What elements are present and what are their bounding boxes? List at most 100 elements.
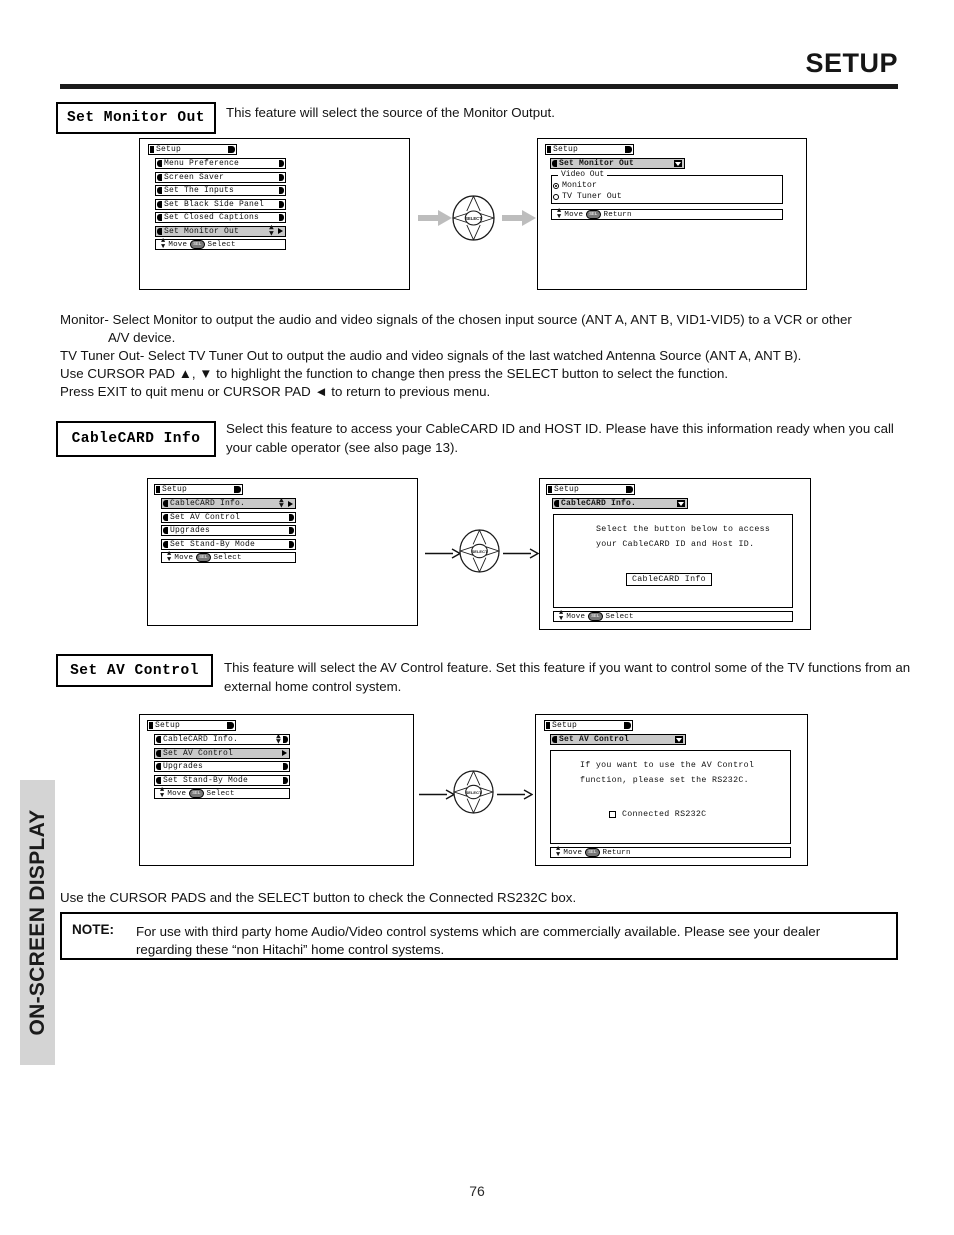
svg-text:SELECT: SELECT <box>472 549 488 554</box>
flow-arrow-right <box>503 546 540 564</box>
select-key-icon: SEL <box>190 240 205 249</box>
osd-footer-hint: ▲ ▼ Move SEL Select <box>155 238 286 250</box>
select-key-icon: SEL <box>196 553 211 562</box>
osd-title-bar: Setup <box>544 720 633 731</box>
osd-menu-item[interactable]: Set Stand-By Mode <box>154 774 290 786</box>
chevron-right-icon <box>282 750 287 756</box>
chevron-right-icon <box>278 228 283 234</box>
note-label: NOTE: <box>72 922 114 937</box>
up-down-arrows-icon: ▲ ▼ <box>275 731 281 747</box>
osd-menu-item[interactable]: Upgrades <box>161 525 296 536</box>
osd-footer-action-label: Select <box>213 553 242 562</box>
osd-screen-setup-menu-2: Setup CableCARD Info. ▲ ▼ Set AV Control … <box>147 478 418 626</box>
osd-footer-move-label: Move <box>563 848 583 857</box>
osd-title-text: Setup <box>155 721 181 730</box>
page-number: 76 <box>469 1183 485 1199</box>
chapter-side-tab: ON-SCREEN DISPLAY <box>20 780 55 1065</box>
select-key-icon: SEL <box>585 848 600 857</box>
cablecard-info-button[interactable]: CableCARD Info <box>626 573 712 586</box>
osd-header-bar[interactable]: Set AV Control <box>550 734 686 745</box>
body-text-rs232c: Use the CURSOR PADS and the SELECT butto… <box>60 890 577 905</box>
header-rule <box>60 84 898 89</box>
osd-menu-item[interactable]: Set Black Side Panel <box>155 198 286 210</box>
section-chip-label: Set Monitor Out <box>66 110 206 126</box>
osd-footer-hint: ▲ ▼ Move SEL Return <box>551 208 783 220</box>
osd-footer-hint: ▲ ▼ Move SEL Select <box>553 609 793 623</box>
radio-option-label: TV Tuner Out <box>562 192 622 201</box>
cursor-pad-icon: SELECT <box>459 528 500 574</box>
up-down-arrows-icon: ▲ ▼ <box>278 495 284 511</box>
osd-title-bar: Setup <box>148 144 237 155</box>
osd-menu-item-label: Set Stand-By Mode <box>163 775 249 785</box>
chevron-down-icon <box>677 500 685 507</box>
osd-footer-move-label: Move <box>168 240 188 249</box>
checkbox-icon[interactable] <box>609 811 616 818</box>
osd-menu-item-label: CableCARD Info. <box>170 499 246 508</box>
osd-footer-move-label: Move <box>167 789 187 798</box>
radio-option-label: Monitor <box>562 181 597 190</box>
osd-body-line-2: function, please set the RS232C. <box>580 776 749 785</box>
osd-menu-item[interactable]: Set The Inputs <box>155 185 286 196</box>
osd-title-bar: Setup <box>545 144 634 155</box>
body-text-exit: Press EXIT to quit menu or CURSOR PAD ◄ … <box>60 384 491 399</box>
osd-footer-hint: ▲ ▼ Move SEL Select <box>154 787 290 799</box>
up-down-arrows-icon: ▲ ▼ <box>167 550 172 564</box>
cursor-pad-icon: SELECT <box>453 769 494 815</box>
section-description-set-av-control: This feature will select the AV Control … <box>224 660 911 694</box>
cablecard-info-button-label: CableCARD Info <box>632 575 706 584</box>
body-text-tv-tuner: TV Tuner Out- Select TV Tuner Out to out… <box>60 348 802 363</box>
radio-icon-selected <box>553 182 559 189</box>
osd-menu-item-selected[interactable]: Set AV Control <box>154 747 290 759</box>
osd-menu-item[interactable]: Upgrades <box>154 761 290 772</box>
osd-menu-item-label: Set AV Control <box>163 748 234 758</box>
osd-body-line-1: If you want to use the AV Control <box>580 761 755 770</box>
osd-screen-setup-menu-3: Setup CableCARD Info. ▲ ▼ Set AV Control … <box>139 714 414 866</box>
osd-menu-item[interactable]: Set AV Control <box>161 511 296 523</box>
radio-option-monitor[interactable]: Monitor <box>553 181 597 190</box>
osd-footer-action-label: Select <box>206 789 235 798</box>
osd-menu-item[interactable]: CableCARD Info. ▲ ▼ <box>154 731 290 747</box>
page-header: SETUP <box>0 0 954 100</box>
connected-rs232c-checkbox-row[interactable]: Connected RS232C <box>609 810 706 819</box>
osd-menu-item[interactable]: Screen Saver <box>155 171 286 183</box>
osd-menu-item-label: Upgrades <box>170 526 211 535</box>
osd-group-label: Video Out <box>558 170 608 179</box>
svg-text:SELECT: SELECT <box>465 216 482 221</box>
osd-body-line-1: Select the button below to access <box>596 525 771 534</box>
section-chip-set-av-control: Set AV Control <box>56 654 213 687</box>
flow-arrow-left <box>418 210 452 231</box>
osd-menu-item-label: Screen Saver <box>164 172 225 182</box>
osd-menu-item[interactable]: Menu Preference <box>155 158 286 169</box>
osd-title-text: Setup <box>156 145 182 154</box>
chevron-down-icon <box>675 736 683 743</box>
up-down-arrows-icon: ▲ ▼ <box>268 223 274 238</box>
osd-screen-setup-menu-1: Setup Menu Preference Screen Saver Set T… <box>139 138 410 290</box>
section-chip-set-monitor-out: Set Monitor Out <box>56 102 216 134</box>
osd-menu-item-label: Set Monitor Out <box>164 226 240 236</box>
radio-icon <box>553 193 559 200</box>
osd-footer-action-label: Return <box>603 210 632 219</box>
up-down-arrows-icon: ▲ ▼ <box>559 609 564 623</box>
osd-menu-item[interactable]: Set Stand-By Mode <box>161 538 296 550</box>
osd-header-bar[interactable]: Set Monitor Out <box>550 158 685 169</box>
radio-option-tv-tuner-out[interactable]: TV Tuner Out <box>553 192 622 201</box>
osd-menu-item-label: Set Closed Captions <box>164 213 260 222</box>
body-text-monitor-1: Monitor- Select Monitor to output the au… <box>60 312 852 327</box>
select-key-icon: SEL <box>588 612 603 621</box>
chevron-right-icon <box>288 500 293 507</box>
section-description-set-monitor-out: This feature will select the source of t… <box>226 105 555 120</box>
osd-screen-set-av-control: Setup Set AV Control If you want to use … <box>535 714 808 866</box>
osd-footer-action-label: Return <box>602 848 631 857</box>
osd-footer-move-label: Move <box>564 210 584 219</box>
osd-menu-item-label: Set Stand-By Mode <box>170 539 256 549</box>
osd-menu-item[interactable]: Set Closed Captions <box>155 212 286 223</box>
body-text-cursor-pad: Use CURSOR PAD ▲, ▼ to highlight the fun… <box>60 366 729 381</box>
osd-header-bar[interactable]: CableCARD Info. <box>552 498 688 509</box>
osd-title-text: Setup <box>554 485 580 494</box>
page-title: SETUP <box>805 48 898 78</box>
osd-menu-item-label: CableCARD Info. <box>163 735 239 744</box>
osd-menu-item-selected[interactable]: CableCARD Info. ▲ ▼ <box>161 495 296 511</box>
connected-rs232c-label: Connected RS232C <box>622 810 707 819</box>
osd-menu-item-selected[interactable]: Set Monitor Out ▲ ▼ <box>155 223 286 238</box>
chevron-down-icon <box>674 160 682 167</box>
